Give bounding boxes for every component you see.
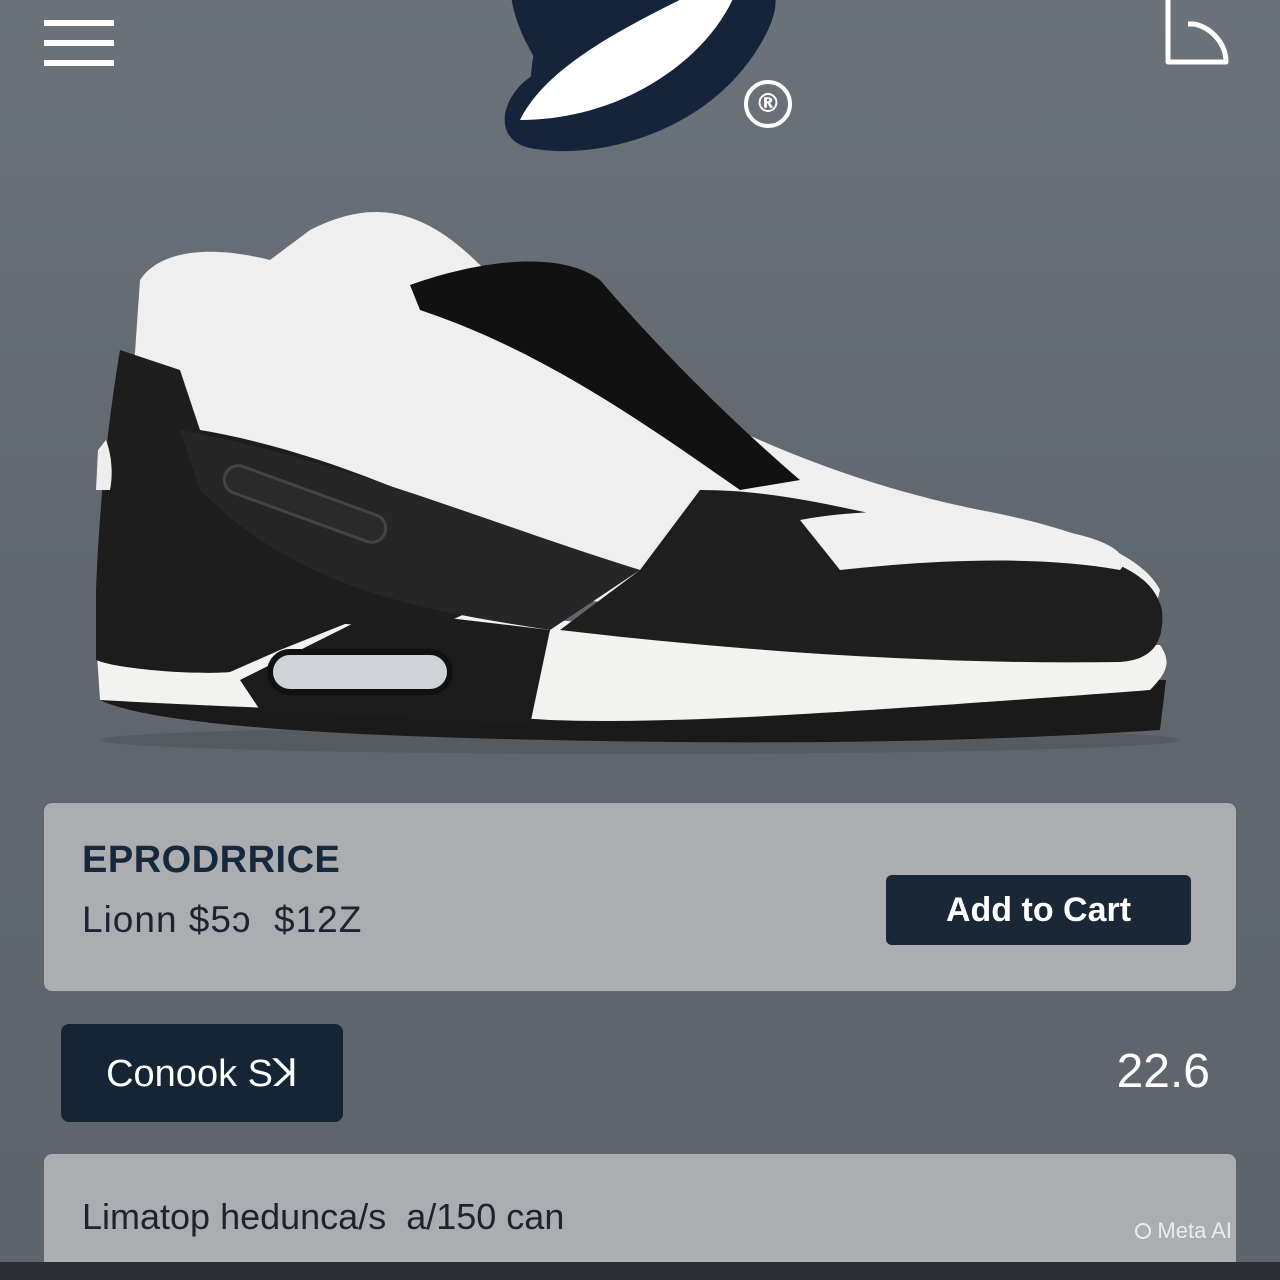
menu-icon-bar	[44, 20, 114, 26]
sneaker-image	[96, 212, 1180, 754]
watermark-text: Meta AI	[1157, 1218, 1232, 1243]
option-select-button[interactable]: Conook Sꓘ	[61, 1024, 343, 1122]
product-name: EPRODRRICE	[82, 839, 341, 881]
bottom-edge	[0, 1262, 1280, 1280]
product-price-card: EPRODRRICE Lionn $5ↄ $12Z Add to Cart	[44, 803, 1236, 991]
product-price: Lionn $5ↄ $12Z	[82, 899, 363, 940]
watermark: Meta AI	[1135, 1218, 1232, 1244]
watermark-circle-icon	[1135, 1223, 1152, 1239]
menu-button[interactable]	[44, 20, 114, 66]
info-text: Limatop hedunca/s a/150 can	[82, 1196, 565, 1237]
menu-icon-bar	[44, 60, 114, 66]
menu-icon-bar	[44, 40, 114, 46]
shopping-bag-icon[interactable]	[1158, 0, 1234, 70]
size-value: 22.6	[1116, 1045, 1210, 1098]
registered-trademark-icon: ®	[744, 80, 792, 128]
add-to-cart-button[interactable]: Add to Cart	[886, 875, 1191, 945]
